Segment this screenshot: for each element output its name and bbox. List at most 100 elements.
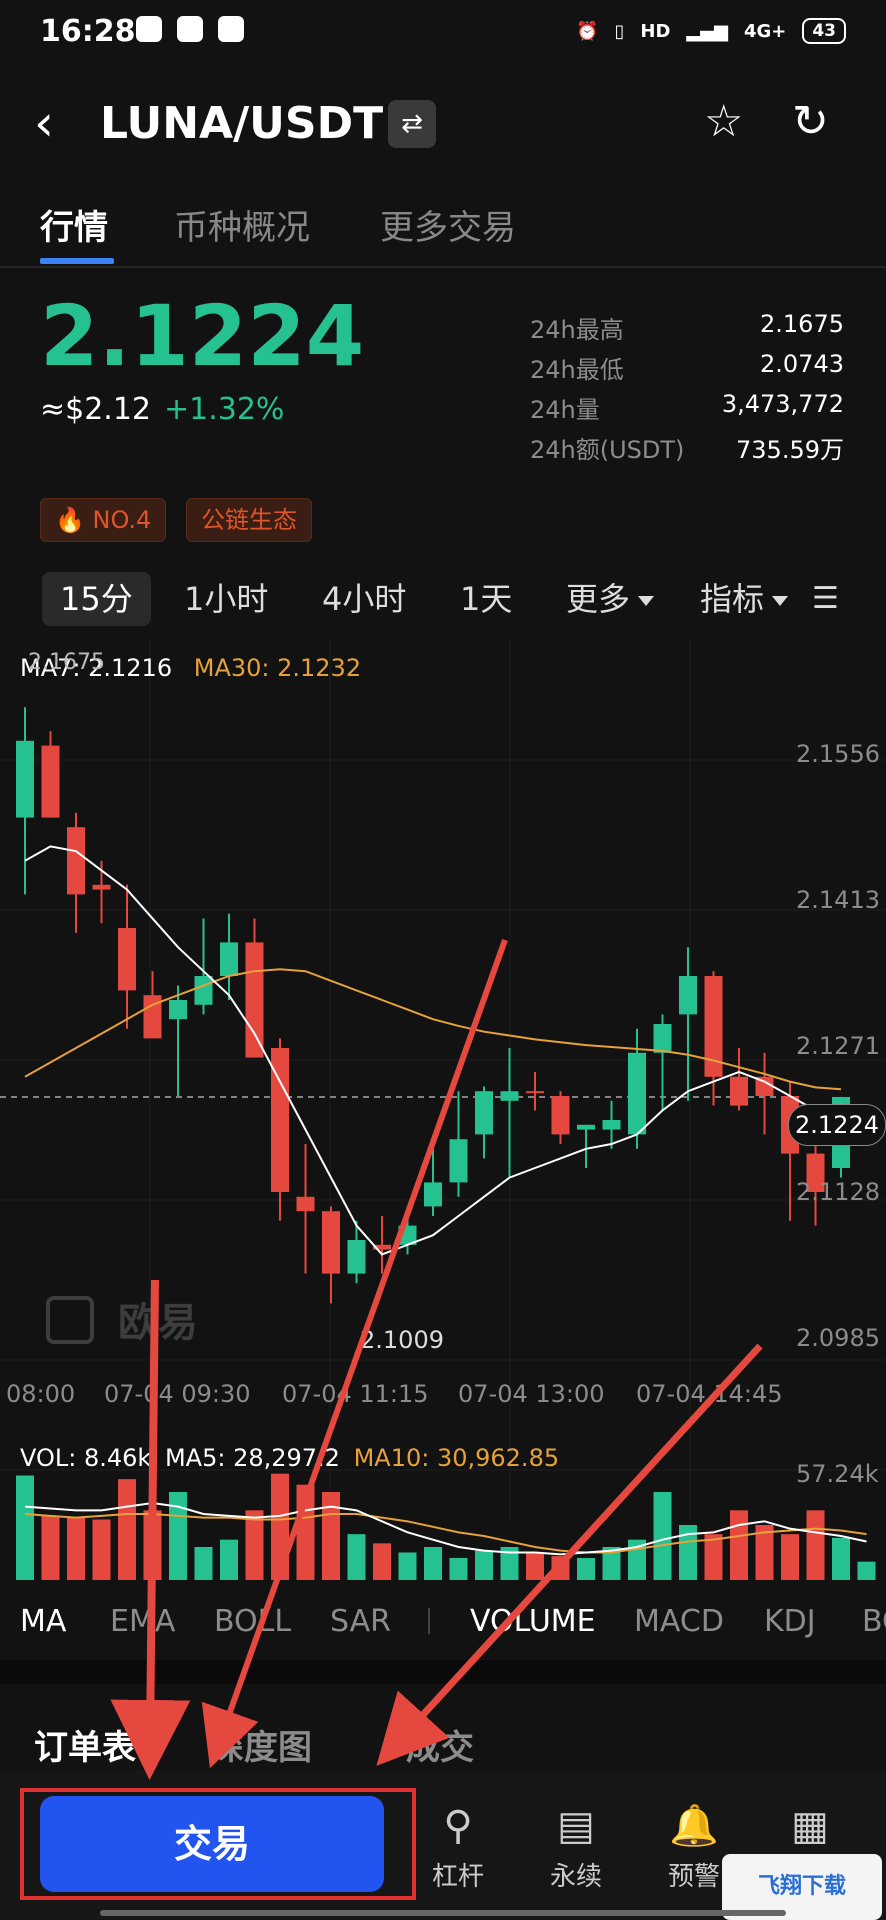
y-tick: 2.0985 [796, 1324, 880, 1352]
tab-trades[interactable]: 成交 [406, 1720, 474, 1769]
interval-15m[interactable]: 15分 [42, 572, 151, 626]
candle [296, 1196, 315, 1212]
document-icon: ▤ [557, 1803, 595, 1849]
chevron-down-icon [638, 596, 655, 606]
volume-bar [475, 1550, 493, 1580]
indicator-sar[interactable]: SAR [330, 1604, 391, 1639]
vibrate-icon: ▯ [614, 20, 625, 42]
refresh-icon[interactable]: ↻ [792, 96, 829, 147]
candle [602, 1120, 621, 1130]
indicator-boll[interactable]: BOLL [214, 1604, 291, 1639]
candle [730, 1076, 748, 1106]
volume-bar [194, 1547, 213, 1580]
indicator-menu[interactable]: 指标 [700, 572, 789, 626]
candle [322, 1211, 340, 1274]
interval-more[interactable]: 更多 [566, 572, 655, 626]
mail-icon [218, 16, 245, 42]
volume-bar [730, 1510, 748, 1580]
stat-amount-label: 24h额(USDT) [530, 436, 685, 464]
interval-1d[interactable]: 1天 [460, 572, 512, 626]
vol-ma10: MA10: 30,962.85 [353, 1444, 560, 1472]
y-tick: 2.1128 [796, 1178, 880, 1206]
status-right: ⏰ ▯ HD ▂▄▆ 4G+ 43 [576, 18, 846, 44]
volume-bar [653, 1492, 672, 1580]
section-separator [0, 1660, 886, 1684]
tab-depth-chart[interactable]: 深度图 [210, 1720, 312, 1769]
x-tick: 07-04 13:00 [458, 1380, 605, 1408]
x-tick: 07-04 14:45 [636, 1380, 783, 1408]
volume-max-tick: 57.24k [796, 1460, 879, 1488]
battery-icon: 43 [802, 18, 846, 44]
stat-volume-label: 24h量 [530, 396, 600, 424]
candle [577, 1124, 595, 1130]
indicator-bo[interactable]: BO [862, 1604, 886, 1639]
last-price: 2.1224 [40, 287, 365, 385]
tab-order-book[interactable]: 订单表 [34, 1720, 136, 1769]
pair-title[interactable]: LUNA/USDT [100, 98, 383, 150]
x-tick: 07-04 11:15 [282, 1380, 429, 1408]
volume-bar [832, 1537, 850, 1580]
candle [500, 1091, 519, 1101]
volume-bar [220, 1539, 238, 1580]
volume-bar [16, 1475, 34, 1580]
star-icon[interactable]: ☆ [704, 96, 743, 147]
stat-amount-value: 735.59万 [736, 436, 844, 464]
volume-bar [92, 1519, 111, 1580]
tab-market[interactable]: 行情 [40, 200, 108, 249]
candle [424, 1182, 442, 1207]
back-icon[interactable]: ‹ [34, 98, 54, 148]
candle [449, 1139, 468, 1183]
current-price-tag[interactable]: 2.1224 [788, 1104, 886, 1146]
expand-icon[interactable] [46, 1296, 94, 1344]
volume-legend: VOL: 8.46k MA5: 28,297.2 MA10: 30,962.85 [20, 1444, 559, 1472]
tab-more-trades[interactable]: 更多交易 [380, 200, 516, 249]
person-icon: ⚲ [443, 1803, 473, 1849]
fire-icon: 🔥 [55, 506, 93, 534]
tab-underline [40, 258, 114, 264]
app-icon [136, 16, 162, 42]
interval-4h[interactable]: 4小时 [322, 572, 406, 626]
x-tick: 08:00 [6, 1380, 76, 1408]
volume-bar [781, 1534, 799, 1580]
volume-bar [347, 1534, 366, 1580]
candle [169, 1000, 187, 1020]
tag-badge[interactable]: 公链生态 [186, 498, 312, 542]
indicator-kdj[interactable]: KDJ [764, 1604, 816, 1639]
stat-volume-value: 3,473,772 [721, 390, 844, 418]
indicator-label: 指标 [700, 580, 765, 618]
usd-price: ≈$2.12 [40, 392, 152, 427]
rank-badge[interactable]: 🔥 NO.4 [40, 498, 167, 542]
swap-icon[interactable]: ⇄ [388, 100, 436, 148]
indicator-macd[interactable]: MACD [634, 1604, 724, 1639]
nav-perpetual[interactable]: ▤ 永续 [536, 1802, 616, 1893]
tab-overview[interactable]: 币种概况 [174, 200, 310, 249]
interval-1h[interactable]: 1小时 [184, 572, 268, 626]
vol-value: VOL: 8.46k [20, 1444, 152, 1472]
volume-bar [398, 1552, 417, 1580]
volume-bar [449, 1558, 468, 1580]
stat-low-value: 2.0743 [760, 350, 844, 378]
hd-label: HD [640, 20, 671, 42]
volume-bar [296, 1484, 315, 1580]
indicator-separator [428, 1608, 430, 1634]
indicator-ma[interactable]: MA [20, 1604, 66, 1639]
volume-bar [245, 1510, 264, 1580]
settings-icon[interactable]: ☰ [812, 572, 839, 626]
candle [194, 976, 213, 1005]
volume-bar [857, 1561, 876, 1580]
volume-bar [551, 1556, 570, 1580]
indicator-volume[interactable]: VOLUME [470, 1604, 596, 1639]
price-change: +1.32% [164, 392, 285, 427]
candle [92, 884, 111, 890]
signal-icon: ▂▄▆ [686, 20, 728, 42]
indicator-ema[interactable]: EMA [110, 1604, 175, 1639]
candle [347, 1240, 366, 1274]
candle [16, 740, 34, 818]
ma30-value: MA30: 2.1232 [193, 654, 362, 682]
candle [41, 745, 60, 818]
nav-leverage[interactable]: ⚲ 杠杆 [418, 1802, 498, 1893]
notification-icons [126, 16, 245, 46]
divider [0, 266, 886, 268]
grid-icon: ▦ [791, 1803, 829, 1849]
volume-bar [526, 1552, 544, 1580]
